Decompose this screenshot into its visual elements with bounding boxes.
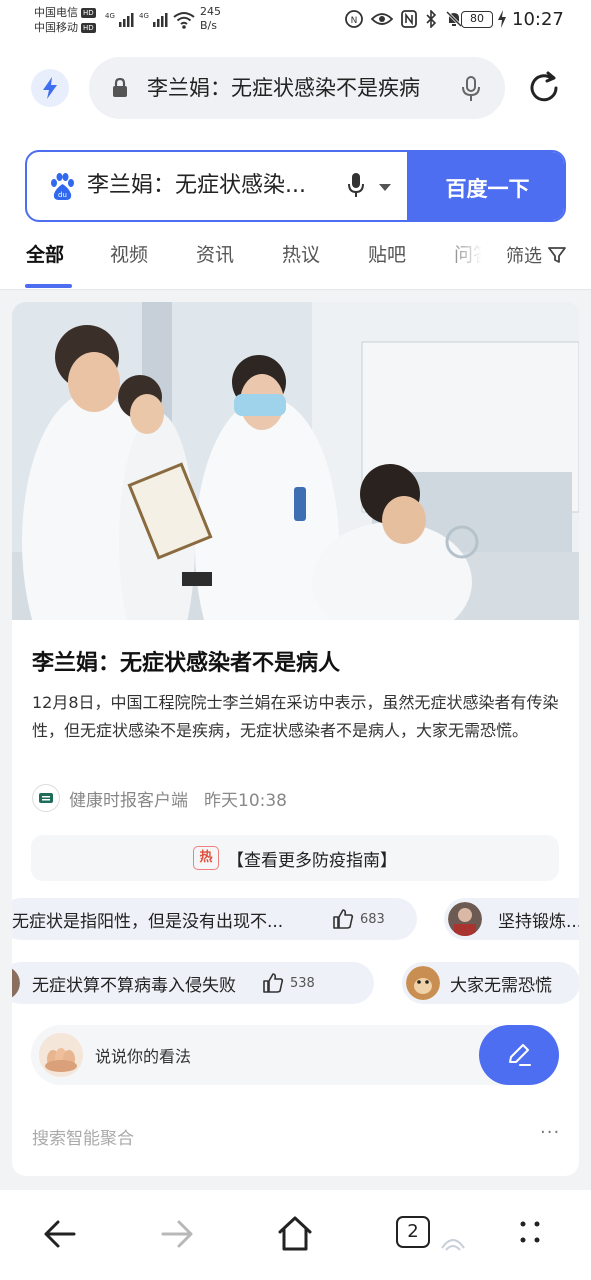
- search-box[interactable]: du 李兰娟：无症状感染... 百度一下: [25, 150, 566, 222]
- forward-arrow-icon[interactable]: [157, 1214, 197, 1254]
- tab-news[interactable]: 资讯: [196, 240, 234, 267]
- divider: [0, 289, 591, 290]
- comment-chip[interactable]: 大家无需恐慌: [402, 962, 579, 1004]
- lock-icon: [113, 77, 127, 97]
- comment-chip[interactable]: 无症状是指阳性，但是没有出现不... 683: [12, 898, 417, 940]
- hd-badge: HD: [81, 8, 96, 18]
- svg-text:N: N: [351, 16, 358, 26]
- article-summary[interactable]: 12月8日，中国工程院院士李兰娟在采访中表示，虽然无症状感染者有传染性，但无症状…: [32, 689, 562, 745]
- bolt-icon: [43, 77, 57, 99]
- pen-icon: [509, 1044, 531, 1066]
- hd-badge: HD: [81, 23, 96, 33]
- mic-icon[interactable]: [461, 75, 481, 103]
- battery-indicator: 80: [461, 11, 493, 28]
- hot-badge: 热: [193, 846, 219, 870]
- like-count: 538: [290, 975, 315, 991]
- search-input[interactable]: 李兰娟：无症状感染...: [87, 170, 347, 202]
- url-bar[interactable]: 李兰娟：无症状感染不是疾病: [89, 57, 505, 119]
- carrier-info: 中国电信 HD 中国移动 HD: [34, 5, 96, 35]
- comment-text: 无症状是指阳性，但是没有出现不...: [12, 911, 284, 932]
- comment-text: 大家无需恐慌: [450, 975, 552, 996]
- svg-text:du: du: [58, 191, 67, 199]
- nfc-icon: N: [345, 10, 363, 28]
- comment-chip[interactable]: 坚持锻炼...: [444, 898, 579, 940]
- comment-text: 无症状算不算病毒入侵失败: [32, 975, 236, 996]
- signal-icon: 4G: [139, 12, 168, 27]
- filter-button[interactable]: 筛选: [506, 242, 566, 268]
- write-comment-button[interactable]: [479, 1025, 559, 1085]
- avatar: [39, 1033, 83, 1077]
- refresh-icon[interactable]: [526, 70, 562, 106]
- publish-time: 昨天10:38: [204, 790, 287, 811]
- status-bar: 中国电信 HD 中国移动 HD 4G 4G 245 B/s N 80 10:27: [0, 0, 591, 42]
- eye-icon: [371, 13, 393, 25]
- browser-toolbar: 李兰娟：无症状感染不是疾病: [0, 42, 591, 134]
- carrier-1: 中国电信: [34, 6, 78, 19]
- carrier-2: 中国移动: [34, 21, 78, 34]
- tab-count-button[interactable]: 2: [396, 1216, 430, 1248]
- n-icon: [401, 10, 417, 28]
- avatar: [12, 968, 20, 998]
- menu-icon[interactable]: [516, 1218, 546, 1248]
- home-icon[interactable]: [275, 1214, 315, 1254]
- avatar: [448, 902, 482, 936]
- system-icons: N: [345, 10, 463, 28]
- tab-all[interactable]: 全部: [26, 240, 64, 267]
- like-count: 683: [360, 911, 385, 927]
- watermark: [440, 1234, 466, 1256]
- back-arrow-icon[interactable]: [40, 1214, 80, 1254]
- article-source: 健康时报客户端 昨天10:38: [32, 784, 287, 812]
- net-speed: 245 B/s: [200, 5, 221, 32]
- bolt-button[interactable]: [31, 69, 69, 107]
- smart-aggregation-label: 搜索智能聚合: [32, 1129, 134, 1149]
- search-area: du 李兰娟：无症状感染... 百度一下 全部 视频 资讯 热议 贴吧 问答 筛…: [0, 134, 591, 290]
- guide-label: 【查看更多防疫指南】: [227, 850, 397, 871]
- bottom-navigation: 2: [0, 1190, 591, 1280]
- comment-placeholder: 说说你的看法: [95, 1047, 192, 1066]
- search-button[interactable]: 百度一下: [407, 152, 564, 220]
- wifi-icon: [173, 12, 195, 29]
- tab-tieba[interactable]: 贴吧: [368, 240, 406, 267]
- source-logo-icon: [32, 784, 60, 812]
- thumbs-up-icon[interactable]: [262, 972, 284, 994]
- funnel-icon: [548, 247, 566, 263]
- bluetooth-icon: [426, 10, 437, 28]
- svg-text:4G: 4G: [105, 12, 115, 20]
- search-tabs: 全部 视频 资讯 热议 贴吧 问答 筛选: [0, 232, 591, 290]
- svg-text:4G: 4G: [139, 12, 149, 20]
- tab-fade: [440, 232, 500, 284]
- article-title[interactable]: 李兰娟：无症状感染者不是病人: [32, 645, 340, 677]
- source-name: 健康时报客户端: [69, 790, 188, 811]
- mic-icon[interactable]: [347, 172, 365, 200]
- thumbs-up-icon[interactable]: [332, 908, 354, 930]
- tab-video[interactable]: 视频: [110, 240, 148, 267]
- charging-icon: [498, 10, 506, 28]
- active-tab-indicator: [25, 284, 72, 288]
- filter-label: 筛选: [506, 246, 542, 267]
- article-photo[interactable]: [12, 302, 579, 620]
- tab-discussion[interactable]: 热议: [282, 240, 320, 267]
- more-options-icon[interactable]: ···: [540, 1122, 560, 1143]
- comment-input-bar[interactable]: 说说你的看法: [31, 1025, 559, 1085]
- comment-text: 坚持锻炼...: [498, 911, 579, 932]
- result-card: 李兰娟：无症状感染者不是病人 12月8日，中国工程院院士李兰娟在采访中表示，虽然…: [12, 302, 579, 1176]
- comment-chip[interactable]: 无症状算不算病毒入侵失败 538: [12, 962, 374, 1004]
- clock: 10:27: [512, 9, 564, 30]
- epidemic-guide-link[interactable]: 热 【查看更多防疫指南】: [31, 835, 559, 881]
- avatar: [406, 966, 440, 1000]
- watermark-logo-icon: [441, 1239, 465, 1251]
- chevron-down-icon[interactable]: [379, 184, 391, 191]
- url-text[interactable]: 李兰娟：无症状感染不是疾病: [147, 74, 447, 102]
- signal-icon: 4G: [105, 12, 134, 27]
- baidu-paw-icon: du: [51, 173, 74, 200]
